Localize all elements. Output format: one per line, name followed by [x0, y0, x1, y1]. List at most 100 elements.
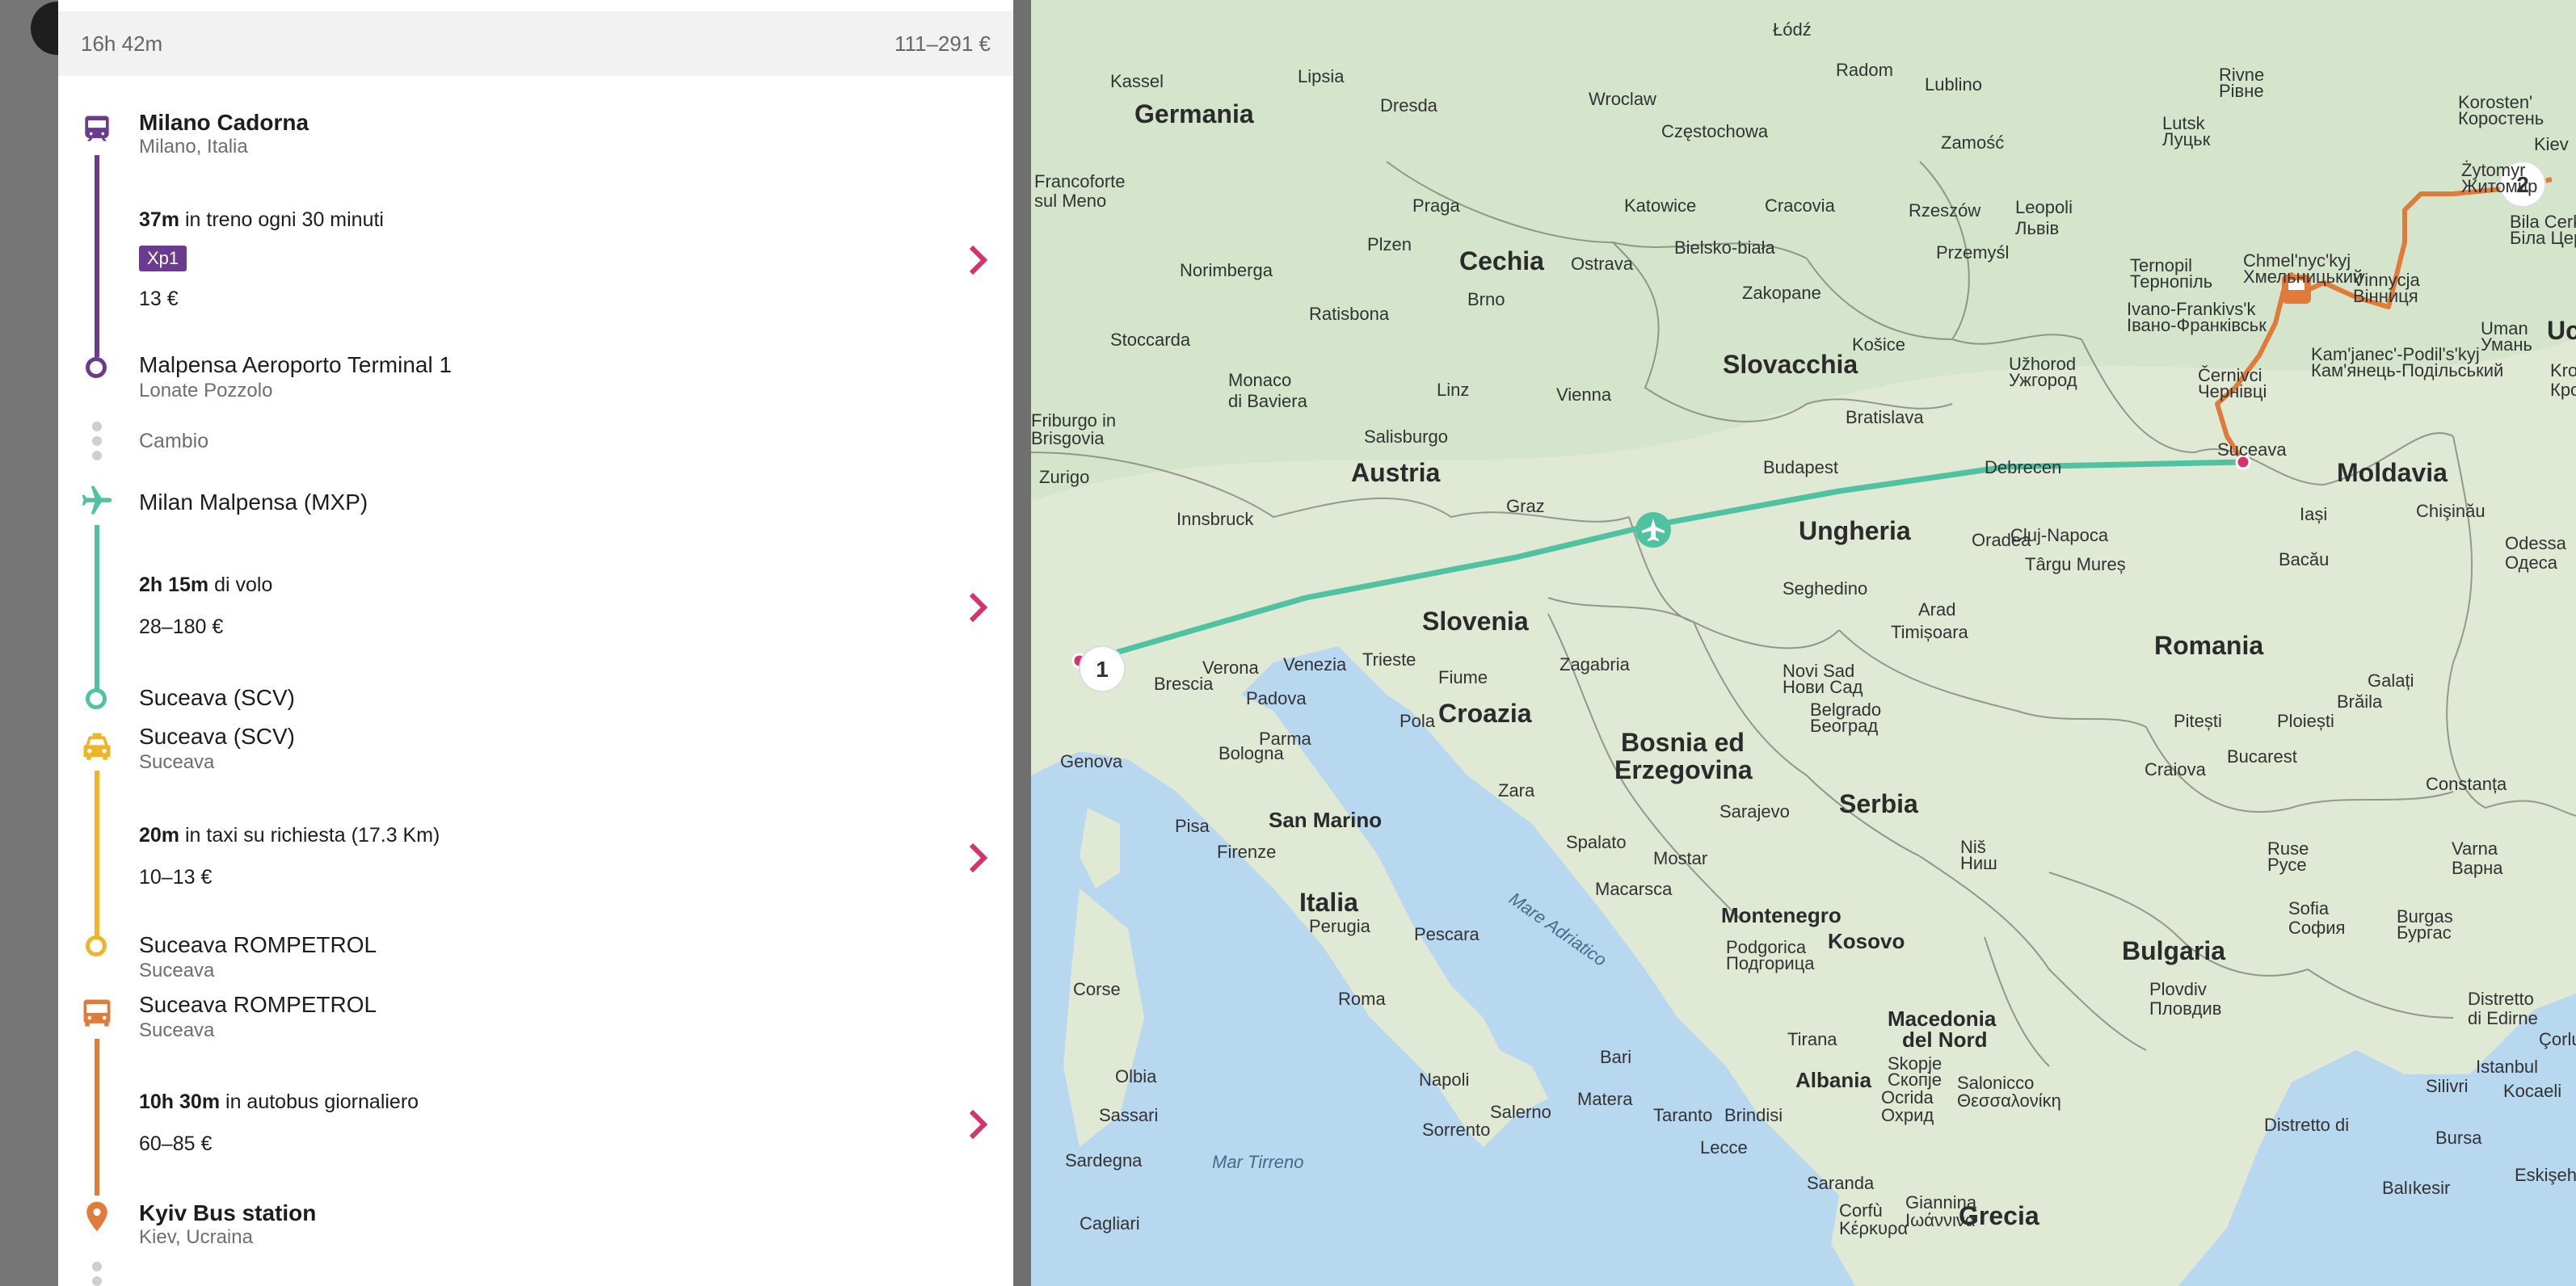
flight-start-name[interactable]: Milan Malpensa (MXP) — [139, 490, 368, 515]
svg-text:Galați: Galați — [2368, 670, 2414, 691]
chevron-right-icon[interactable] — [966, 1108, 989, 1141]
train-line — [95, 155, 99, 357]
svg-text:Napoli: Napoli — [1419, 1070, 1469, 1090]
bus-start-name[interactable]: Suceava ROMPETROL — [139, 992, 377, 1018]
svg-text:Silivri: Silivri — [2426, 1076, 2469, 1096]
svg-text:Kocaeli: Kocaeli — [2503, 1081, 2561, 1101]
flight-price: 28–180 € — [139, 616, 224, 638]
svg-text:Кропивн: Кропивн — [2550, 380, 2576, 400]
svg-text:Θεσσαλονίκη: Θεσσαλονίκη — [1957, 1091, 2061, 1111]
svg-text:di Baviera: di Baviera — [1228, 391, 1308, 411]
destination-name[interactable]: Kyiv Bus station — [139, 1200, 316, 1226]
svg-text:Praga: Praga — [1412, 195, 1460, 216]
svg-text:Русе: Русе — [2267, 855, 2307, 875]
transfer-dot — [92, 1262, 102, 1271]
corsica-land — [1080, 808, 1120, 889]
map-canvas[interactable]: 1 2 Germania Cechia Slovacchia Austria U… — [1031, 0, 2576, 1286]
svg-text:Perugia: Perugia — [1309, 916, 1371, 936]
svg-text:Pola: Pola — [1400, 711, 1436, 731]
svg-text:Graz: Graz — [1506, 496, 1545, 516]
svg-text:Ужгород: Ужгород — [2009, 370, 2077, 390]
svg-text:Austria: Austria — [1351, 458, 1440, 487]
svg-text:Одеса: Одеса — [2505, 553, 2558, 573]
flight-end-name[interactable]: Suceava (SCV) — [139, 685, 295, 711]
svg-text:Vienna: Vienna — [1556, 385, 1612, 405]
svg-text:Genova: Genova — [1060, 751, 1123, 771]
svg-text:София: София — [2288, 918, 2345, 938]
svg-text:Івано-Франківськ: Івано-Франківськ — [2127, 315, 2267, 335]
route-map[interactable]: 1 2 Germania Cechia Slovacchia Austria U… — [1031, 0, 2576, 1286]
destination-place: Kiev, Ucraina — [139, 1226, 253, 1248]
svg-text:Norimberga: Norimberga — [1180, 260, 1273, 280]
svg-text:Saranda: Saranda — [1807, 1173, 1875, 1193]
svg-text:Cagliari: Cagliari — [1080, 1213, 1140, 1233]
svg-text:Ιωάννινα: Ιωάννινα — [1905, 1210, 1976, 1230]
origin-name[interactable]: Milano Cadorna — [139, 110, 309, 136]
svg-text:Arad: Arad — [1918, 599, 1955, 620]
svg-text:Ниш: Ниш — [1960, 853, 1997, 873]
svg-text:Bacău: Bacău — [2279, 549, 2329, 569]
svg-text:Olbia: Olbia — [1115, 1066, 1157, 1086]
svg-text:Craiova: Craiova — [2145, 759, 2207, 780]
svg-text:Iași: Iași — [2300, 504, 2327, 524]
chevron-right-icon[interactable] — [966, 591, 989, 624]
svg-text:Trieste: Trieste — [1362, 649, 1416, 670]
svg-text:Katowice: Katowice — [1624, 195, 1696, 216]
svg-text:Bucarest: Bucarest — [2227, 746, 2297, 767]
svg-text:Monaco: Monaco — [1228, 370, 1291, 390]
svg-text:Matera: Matera — [1577, 1089, 1633, 1109]
svg-text:Sardegna: Sardegna — [1065, 1150, 1143, 1170]
svg-text:Brescia: Brescia — [1154, 674, 1214, 694]
svg-text:Ratisbona: Ratisbona — [1309, 304, 1390, 324]
svg-text:Budapest: Budapest — [1763, 457, 1838, 477]
taxi-end-name[interactable]: Suceava ROMPETROL — [139, 932, 377, 958]
svg-text:Біла Церква: Біла Церква — [2510, 228, 2576, 248]
svg-text:Умань: Умань — [2481, 334, 2532, 355]
svg-text:Zurigo: Zurigo — [1039, 467, 1089, 487]
chevron-right-icon[interactable] — [966, 244, 989, 276]
svg-text:Луцьк: Луцьк — [2162, 129, 2211, 149]
svg-text:Бургас: Бургас — [2397, 922, 2452, 943]
svg-text:Corse: Corse — [1073, 979, 1121, 999]
total-price: 111–291 € — [894, 31, 991, 56]
svg-text:Łódź: Łódź — [1773, 19, 1812, 40]
transfer-dot — [92, 422, 102, 431]
svg-text:Varna: Varna — [2452, 838, 2498, 859]
svg-text:del Nord: del Nord — [1902, 1028, 1987, 1052]
svg-text:Spalato: Spalato — [1566, 832, 1627, 852]
svg-text:Salisburgo: Salisburgo — [1364, 427, 1448, 447]
train-icon — [85, 116, 109, 141]
svg-text:Distretto di: Distretto di — [2264, 1115, 2349, 1135]
bus-desc: in autobus giornaliero — [220, 1091, 419, 1113]
taxi-duration: 20m — [139, 824, 180, 847]
bus-icon — [83, 999, 111, 1027]
svg-text:Варна: Варна — [2452, 858, 2503, 878]
transfer-dot — [92, 451, 102, 460]
total-duration: 16h 42m — [81, 31, 163, 56]
location-pin-icon — [86, 1201, 107, 1232]
taxi-start-name[interactable]: Suceava (SCV) — [139, 724, 295, 750]
chevron-right-icon[interactable] — [966, 842, 989, 874]
svg-text:Brno: Brno — [1467, 289, 1505, 309]
train-end-name[interactable]: Malpensa Aeroporto Terminal 1 — [139, 352, 452, 378]
flight-desc: di volo — [208, 574, 273, 596]
marker-1[interactable]: 1 — [1079, 645, 1126, 692]
bus-price: 60–85 € — [139, 1133, 213, 1155]
svg-text:Eskişehir: Eskişehir — [2515, 1165, 2576, 1185]
svg-text:Stoccarda: Stoccarda — [1110, 330, 1191, 350]
svg-text:Львів: Львів — [2015, 218, 2059, 238]
svg-text:Mostar: Mostar — [1653, 848, 1707, 868]
svg-text:Нови Сад: Нови Сад — [1783, 677, 1863, 697]
svg-text:Erzegovina: Erzegovina — [1614, 755, 1753, 784]
svg-text:Firenze: Firenze — [1217, 842, 1276, 862]
svg-text:Plzen: Plzen — [1367, 234, 1412, 254]
svg-text:Kiev: Kiev — [2534, 134, 2569, 154]
svg-text:Pescara: Pescara — [1414, 924, 1480, 944]
transfer-dot — [92, 1276, 102, 1286]
svg-text:Parma: Parma — [1259, 729, 1312, 749]
svg-text:Taranto: Taranto — [1653, 1105, 1712, 1125]
svg-text:Radom: Radom — [1836, 60, 1893, 80]
svg-text:Zara: Zara — [1498, 780, 1535, 801]
svg-text:Sarajevo: Sarajevo — [1719, 801, 1790, 822]
train-duration: 37m — [139, 208, 180, 231]
